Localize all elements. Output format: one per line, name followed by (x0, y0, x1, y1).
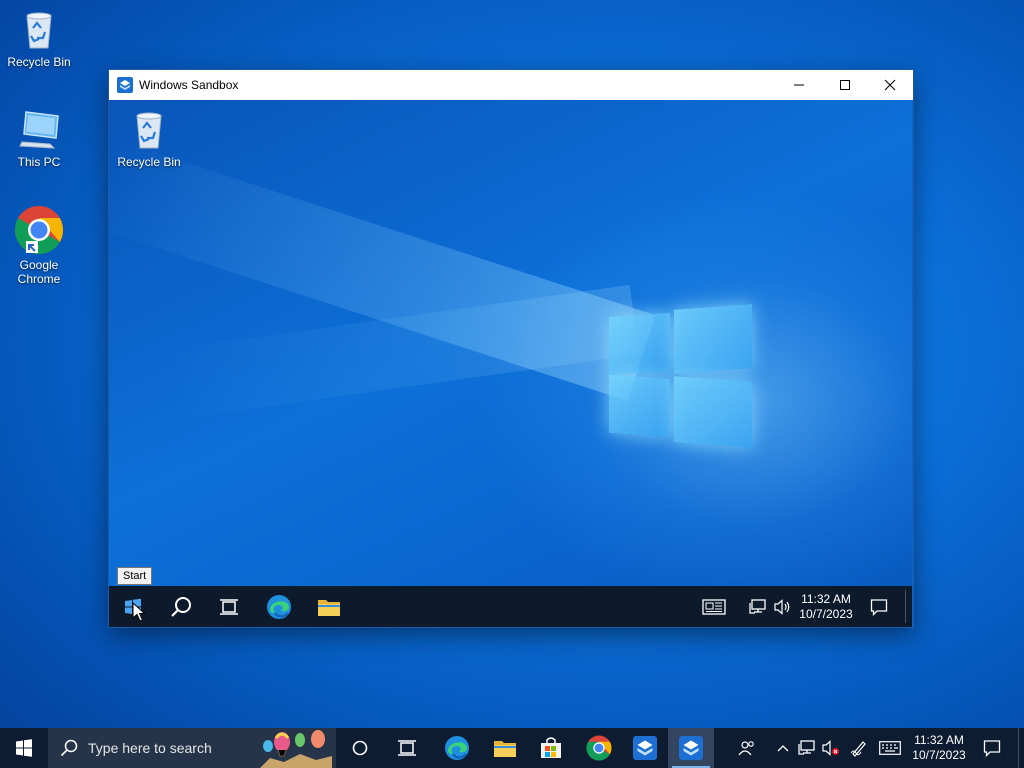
mouse-cursor-icon (132, 602, 146, 622)
task-view-button[interactable] (384, 728, 430, 768)
desktop-icon-google-chrome[interactable]: Google Chrome (3, 205, 75, 286)
sandbox-desktop-icon-recycle-bin[interactable]: Recycle Bin (113, 108, 185, 169)
cortana-button[interactable] (338, 728, 382, 768)
microsoft-store-button[interactable] (528, 728, 574, 768)
notification-icon (870, 598, 888, 616)
folder-icon (318, 599, 340, 616)
sandbox-window: Windows Sandbox Recycle Bin 11:32 AM 10/… (109, 70, 913, 627)
sandbox-icon (633, 736, 657, 760)
file-explorer-button[interactable] (482, 728, 528, 768)
show-desktop-button[interactable] (1018, 728, 1024, 768)
sandbox-taskbar: 11:32 AM 10/7/2023 (109, 586, 912, 627)
sandbox-volume-button[interactable] (771, 586, 795, 627)
chrome-icon (586, 735, 612, 761)
keyboard-icon (879, 741, 901, 755)
recycle-bin-icon (26, 12, 52, 49)
sandbox-network-button[interactable] (746, 586, 770, 627)
taskbar: Type here to search 11:32 AM 10/7/2023 (0, 728, 1024, 768)
search-highlight-balloons-icon (260, 730, 332, 768)
desktop-icon-this-pc[interactable]: This PC (3, 108, 75, 169)
edge-button[interactable] (434, 728, 480, 768)
folder-icon (494, 741, 516, 757)
search-icon (60, 739, 78, 757)
sandbox-desktop: Recycle Bin 11:32 AM 10/7/2023 (109, 100, 912, 627)
show-desktop-divider[interactable] (905, 590, 906, 623)
start-tooltip: Start (117, 567, 153, 585)
close-icon (884, 79, 896, 91)
network-icon (798, 740, 815, 755)
store-icon (541, 737, 561, 758)
sandbox-file-explorer-button[interactable] (305, 586, 353, 627)
maximize-button[interactable] (822, 70, 868, 100)
touch-keyboard-button[interactable] (876, 728, 904, 768)
sandbox-notifications-button[interactable] (863, 586, 895, 627)
volume-muted-button[interactable] (820, 728, 842, 768)
windows-sandbox-running-button[interactable] (668, 728, 714, 768)
search-box[interactable]: Type here to search (48, 728, 336, 768)
volume-icon (774, 598, 790, 615)
sandbox-search-button[interactable] (157, 586, 205, 627)
network-button[interactable] (796, 728, 818, 768)
people-button[interactable] (732, 728, 762, 768)
edge-icon (445, 736, 469, 760)
recycle-bin-icon (136, 112, 162, 149)
sandbox-clock-date: 10/7/2023 (799, 606, 853, 621)
sandbox-task-view-button[interactable] (205, 586, 253, 627)
sandbox-edge-button[interactable] (255, 586, 303, 627)
computer-icon (19, 111, 59, 149)
window-title: Windows Sandbox (139, 78, 239, 92)
edge-icon (267, 594, 291, 619)
notification-icon (983, 740, 1001, 757)
desktop-icon-label: This PC (17, 155, 61, 169)
chrome-icon (14, 206, 64, 255)
task-view-icon (220, 598, 238, 615)
show-hidden-icons-button[interactable] (772, 728, 794, 768)
people-icon (738, 741, 754, 756)
title-bar[interactable]: Windows Sandbox (109, 70, 913, 100)
windows-start-icon (16, 739, 32, 757)
desktop-icon-label: Recycle Bin (7, 55, 71, 69)
pen-icon (850, 741, 866, 757)
sandbox-clock-time: 11:32 AM (801, 591, 851, 606)
maximize-icon (840, 80, 850, 90)
windows-logo (609, 301, 755, 451)
sandbox-clock[interactable]: 11:32 AM 10/7/2023 (797, 586, 855, 627)
sandbox-icon (117, 77, 133, 93)
volume-muted-icon (822, 740, 839, 756)
sandbox-icon (679, 736, 703, 760)
chevron-up-icon (777, 745, 789, 752)
task-view-icon (398, 740, 416, 756)
windows-sandbox-button[interactable] (622, 728, 668, 768)
sandbox-news-button[interactable] (699, 586, 729, 627)
minimize-button[interactable] (776, 70, 822, 100)
desktop-icon-label: Recycle Bin (117, 155, 181, 169)
minimize-icon (794, 84, 804, 86)
search-icon (171, 596, 191, 617)
clock-time: 11:32 AM (914, 733, 964, 747)
clock-date: 10/7/2023 (912, 748, 966, 762)
search-placeholder: Type here to search (88, 740, 212, 756)
clock[interactable]: 11:32 AM 10/7/2023 (906, 728, 972, 768)
desktop-icon-label: Google Chrome (17, 258, 61, 286)
close-button[interactable] (867, 70, 913, 100)
desktop-icon-recycle-bin[interactable]: Recycle Bin (3, 8, 75, 69)
network-icon (749, 598, 766, 614)
pen-workspace-button[interactable] (846, 728, 872, 768)
news-icon (702, 598, 726, 615)
cortana-icon (352, 740, 368, 756)
chrome-button[interactable] (576, 728, 622, 768)
start-button[interactable] (0, 728, 48, 768)
action-center-button[interactable] (976, 728, 1008, 768)
